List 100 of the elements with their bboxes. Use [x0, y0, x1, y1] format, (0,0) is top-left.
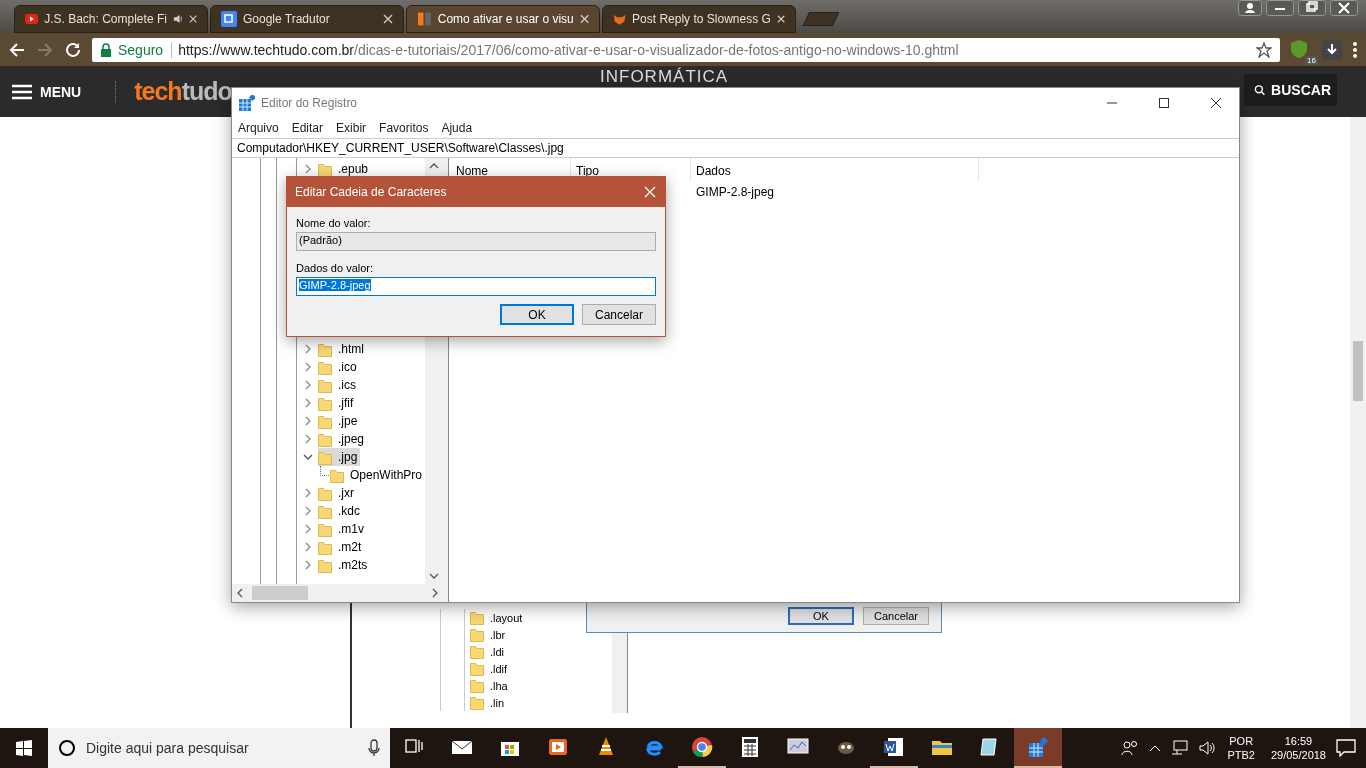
menu-item[interactable]: Exibir: [336, 121, 367, 135]
chevron-right-icon[interactable]: [303, 416, 313, 426]
windows-logo-icon[interactable]: [16, 740, 32, 756]
chevron-up-icon[interactable]: [1149, 744, 1162, 752]
ok-button[interactable]: OK: [500, 304, 574, 325]
reload-icon[interactable]: [64, 40, 82, 59]
chevron-right-icon[interactable]: [303, 560, 313, 570]
menu-icon: [12, 83, 32, 100]
clock-time[interactable]: 16:59: [1284, 734, 1313, 748]
folder-icon: [318, 485, 332, 501]
tree-item[interactable]: .jpeg: [318, 430, 368, 448]
browser-tab[interactable]: Google Tradutor: [210, 5, 404, 33]
chevron-right-icon[interactable]: [303, 362, 313, 372]
scroll-thumb[interactable]: [1353, 341, 1363, 401]
browser-tab[interactable]: Post Reply to Slowness G: [602, 5, 796, 33]
restore-icon[interactable]: [1298, 0, 1326, 16]
tree-item[interactable]: .jxr: [318, 484, 357, 502]
table-cell: GIMP-2.8-jpeg: [696, 185, 775, 199]
chevron-right-icon[interactable]: [303, 164, 313, 174]
chevron-right-icon[interactable]: [303, 344, 313, 354]
people-icon[interactable]: [1121, 740, 1140, 756]
chevron-down-icon[interactable]: [303, 452, 313, 462]
search-field[interactable]: Digite aqui para pesquisar: [48, 728, 390, 768]
url-text: https://www.techtudo.com.br/dicas-e-tutoriais/2017/06/como-ativar-e-usar-o-visualizador-de-fotos-antigo-no-windows-10.ghtml: [178, 41, 960, 58]
dialog-button[interactable]: OK: [788, 607, 854, 625]
tree-item[interactable]: .html: [318, 340, 367, 358]
menu-icon[interactable]: [1352, 40, 1358, 59]
address-field[interactable]: Computador\HKEY_CURRENT_USER\Software\Classes\.jpg: [232, 138, 1239, 158]
scroll-thumb[interactable]: [252, 586, 308, 600]
back-icon[interactable]: [8, 40, 26, 59]
chevron-right-icon[interactable]: [303, 380, 313, 390]
tree-item[interactable]: .m2t: [318, 538, 365, 556]
network-icon[interactable]: [1171, 740, 1190, 756]
menu-button[interactable]: MENU: [12, 83, 82, 100]
cancel-button[interactable]: Cancelar: [582, 304, 656, 325]
letter-block-icon: [417, 11, 432, 27]
shield-icon[interactable]: [1290, 38, 1308, 59]
chevron-right-icon[interactable]: [303, 542, 313, 552]
address-bar[interactable]: Seguro https://www.techtudo.com.br/dicas-e-tutoriais/2017/06/como-ativar-e-usar-o-visualizador-de-fotos-antigo-no-windows-10.ghtml: [92, 37, 1280, 62]
chevron-right-icon[interactable]: [303, 506, 313, 516]
translate-icon: [221, 11, 237, 27]
maximize-icon[interactable]: [1157, 97, 1171, 109]
tree-item[interactable]: .jfif: [318, 394, 357, 412]
browser-tab[interactable]: J.S. Bach: Complete Fi: [14, 5, 208, 33]
chevron-right-icon[interactable]: [303, 434, 313, 444]
clock-date[interactable]: 29/05/2018: [1270, 748, 1326, 762]
close-icon[interactable]: [1209, 97, 1223, 109]
tree-item: .ldi: [490, 645, 505, 658]
search-button[interactable]: BUSCAR: [1244, 74, 1337, 106]
menu-item[interactable]: Editar: [291, 121, 324, 135]
tree-item: .lin: [490, 696, 505, 709]
column-header[interactable]: Dados: [691, 158, 979, 182]
language-label[interactable]: POR: [1229, 734, 1254, 748]
speaker-icon[interactable]: [1199, 740, 1218, 756]
folder-icon: [470, 644, 484, 659]
tree-item[interactable]: .ics: [318, 376, 359, 394]
tree-item[interactable]: .m1v: [318, 520, 367, 538]
chevron-right-icon[interactable]: [303, 398, 313, 408]
microphone-icon: [368, 739, 380, 757]
star-icon[interactable]: [1256, 41, 1272, 58]
tree-item[interactable]: .kdc: [318, 502, 363, 520]
menu-item[interactable]: Arquivo: [238, 121, 279, 135]
calculator-icon: [739, 736, 761, 758]
folder-icon: [329, 467, 344, 483]
page-scrollbar[interactable]: [1350, 117, 1366, 728]
chevron-right-icon[interactable]: [303, 488, 313, 498]
profile-icon[interactable]: [1238, 0, 1262, 16]
folder-icon: [318, 449, 332, 465]
tree-item[interactable]: .epub: [318, 160, 372, 178]
tree-item[interactable]: .m2ts: [318, 556, 371, 574]
scrollbar[interactable]: [232, 584, 443, 602]
folder-icon: [318, 341, 332, 357]
tree-item[interactable]: .jpe: [318, 412, 361, 430]
folder-icon: [318, 431, 332, 447]
folder-icon: [470, 627, 484, 642]
download-icon[interactable]: [1322, 39, 1342, 60]
minimize-icon[interactable]: [1266, 0, 1294, 16]
letter-w-icon: [883, 736, 905, 758]
section-title: INFORMÁTICA: [600, 67, 729, 87]
browser-tab[interactable]: Como ativar e usar o visu: [406, 5, 600, 33]
folder-icon: [318, 161, 332, 177]
folder-icon: [470, 695, 484, 710]
notification-icon[interactable]: [1336, 739, 1356, 757]
tree-item[interactable]: .ico: [318, 358, 360, 376]
chevron-right-icon[interactable]: [303, 524, 313, 534]
tree-item[interactable]: .jpg: [318, 448, 361, 466]
keyboard-layout-label[interactable]: PTB2: [1227, 748, 1255, 762]
play-film-icon: [547, 736, 569, 758]
site-logo[interactable]: techtudo: [134, 77, 232, 106]
folder-icon: [318, 521, 332, 537]
value-data-field[interactable]: GIMP-2.8-jpeg: [296, 277, 656, 296]
tree-item[interactable]: OpenWithPro: [329, 466, 425, 484]
close-icon[interactable]: [1330, 0, 1358, 16]
round-browser-icon: [691, 736, 713, 758]
folder-icon: [318, 557, 332, 573]
menu-item[interactable]: Favoritos: [379, 121, 429, 135]
folder-icon: [318, 539, 332, 555]
new-tab-button[interactable]: [802, 12, 840, 26]
dialog-button[interactable]: Cancelar: [863, 607, 929, 625]
menu-item[interactable]: Ajuda: [441, 121, 473, 135]
